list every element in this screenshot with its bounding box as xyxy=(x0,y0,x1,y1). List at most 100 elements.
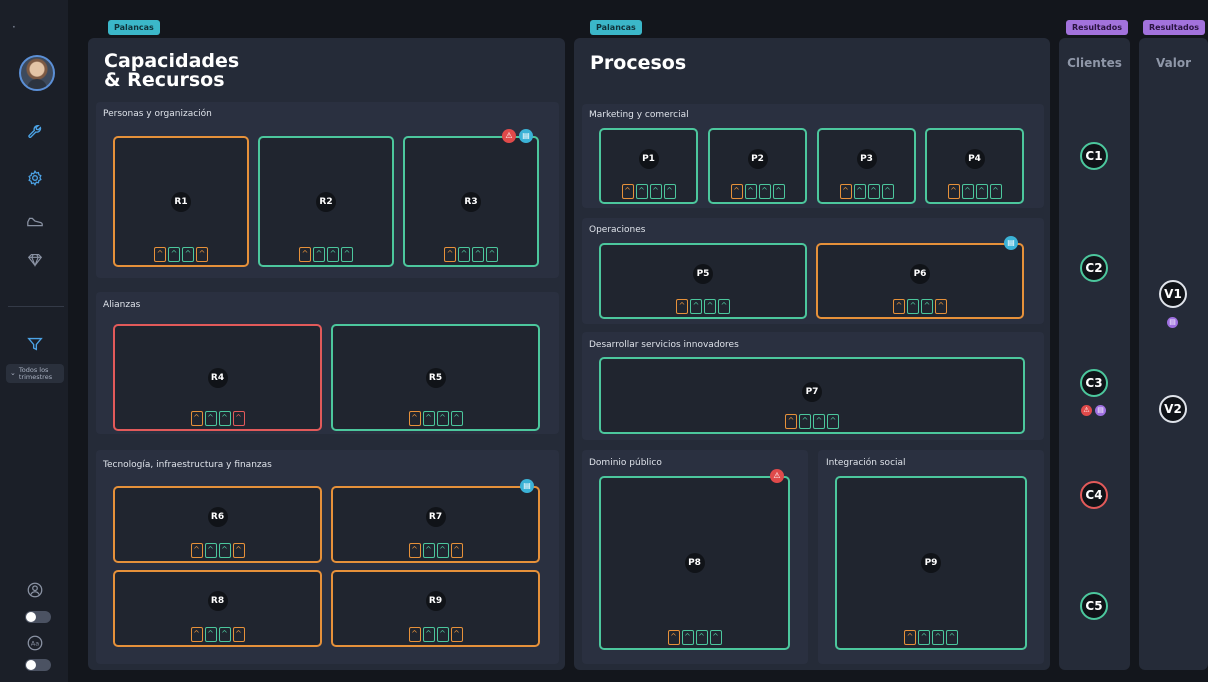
palancas-tag-left: Palancas xyxy=(108,20,160,35)
lever-indicators: ^ ^ ^ ^ xyxy=(408,543,463,558)
comment-icon[interactable]: ▤ xyxy=(1095,405,1106,416)
card-r5[interactable]: R5 ^ ^ ^ ^ xyxy=(331,324,540,431)
card-p7[interactable]: P7 ^ ^ ^ ^ xyxy=(599,357,1025,434)
shoe-icon[interactable] xyxy=(25,212,45,232)
card-badges: ⚠ xyxy=(770,469,784,483)
sidebar-dot: · xyxy=(12,20,16,34)
lever-indicators: ^ ^ ^ ^ xyxy=(904,630,958,645)
indicator: ^ xyxy=(649,184,662,199)
indicator: ^ xyxy=(989,184,1002,199)
indicator: ^ xyxy=(182,247,194,262)
indicator: ^ xyxy=(947,184,960,199)
capacidades-panel: Capacidades & Recursos Personas y organi… xyxy=(88,38,565,670)
valor-title: Valor xyxy=(1155,56,1191,70)
indicator: ^ xyxy=(946,630,958,645)
section-tecnologia: Tecnología, infraestructura y finanzas R… xyxy=(96,450,559,664)
avatar[interactable] xyxy=(19,55,55,91)
quarter-filter-dropdown[interactable]: ⌄ Todos los trimestres xyxy=(6,364,64,383)
settings-icon[interactable] xyxy=(25,168,45,188)
section-innovadores: Desarrollar servicios innovadores P7 ^ ^ ^… xyxy=(582,332,1044,440)
card-p2[interactable]: P2 ^ ^ ^ ^ xyxy=(708,128,807,204)
card-badges: ▤ xyxy=(520,479,534,493)
font-toggle[interactable] xyxy=(25,659,51,671)
clientes-panel: Clientes C1 C2 C3 ⚠ ▤ C4 C5 xyxy=(1059,38,1130,670)
card-r4[interactable]: R4 ^ ^ ^ ^ xyxy=(113,324,322,431)
indicator: ^ xyxy=(827,414,839,429)
indicator: ^ xyxy=(472,247,484,262)
card-r3[interactable]: ⚠ ▤ R3 ^ ^ ^ ^ xyxy=(403,129,539,267)
indicator: ^ xyxy=(422,411,435,426)
comment-icon[interactable]: ▤ xyxy=(519,129,533,143)
warning-icon[interactable]: ⚠ xyxy=(770,469,784,483)
lever-indicators: ^ ^ ^ ^ xyxy=(408,627,463,642)
section-integracion: Integración social P9 ^ ^ ^ ^ xyxy=(818,450,1044,664)
indicator: ^ xyxy=(218,411,231,426)
warning-icon[interactable]: ⚠ xyxy=(1081,405,1092,416)
indicator: ^ xyxy=(168,247,180,262)
wrench-icon[interactable] xyxy=(25,122,45,142)
indicator: ^ xyxy=(299,247,311,262)
app-root: · ⌄ Todos los trimestres Aa Palancas Cap… xyxy=(0,0,1208,682)
section-marketing: Marketing y comercial P1 ^ ^ ^ ^ P2 ^ ^ ^ ^ P3… xyxy=(582,104,1044,208)
indicator: ^ xyxy=(799,414,811,429)
lever-indicators: ^ ^ ^ ^ xyxy=(839,184,894,199)
card-r9[interactable]: R9 ^ ^ ^ ^ xyxy=(331,570,540,647)
card-r6[interactable]: R6 ^ ^ ^ ^ xyxy=(113,486,322,563)
indicator: ^ xyxy=(635,184,648,199)
svg-text:Aa: Aa xyxy=(31,641,39,648)
indicator: ^ xyxy=(667,630,680,645)
lever-indicators: ^ ^ ^ ^ xyxy=(730,184,785,199)
theme-toggle[interactable] xyxy=(25,611,51,623)
indicator: ^ xyxy=(893,299,905,314)
client-c3-badges: ⚠ ▤ xyxy=(1081,405,1106,416)
comment-icon[interactable]: ▤ xyxy=(1167,317,1178,328)
user-icon[interactable] xyxy=(25,580,45,600)
card-p3[interactable]: P3 ^ ^ ^ ^ xyxy=(817,128,916,204)
card-p4[interactable]: P4 ^ ^ ^ ^ xyxy=(925,128,1024,204)
indicator: ^ xyxy=(904,630,916,645)
card-p9[interactable]: P9 ^ ^ ^ ^ xyxy=(835,476,1027,650)
card-r7[interactable]: ▤ R7 ^ ^ ^ ^ xyxy=(331,479,540,563)
card-id: R1 xyxy=(171,191,191,212)
indicator: ^ xyxy=(408,543,421,558)
indicator: ^ xyxy=(839,184,852,199)
card-id: R2 xyxy=(316,191,336,212)
client-c4[interactable]: C4 xyxy=(1080,481,1108,509)
client-c2[interactable]: C2 xyxy=(1080,254,1108,282)
card-r2[interactable]: R2 ^ ^ ^ ^ xyxy=(258,136,394,267)
resultados-tag-clientes: Resultados xyxy=(1066,20,1128,35)
card-p8[interactable]: ⚠ P8 ^ ^ ^ ^ xyxy=(599,469,790,650)
indicator: ^ xyxy=(341,247,353,262)
diamond-icon[interactable] xyxy=(25,250,45,270)
card-r8[interactable]: R8 ^ ^ ^ ^ xyxy=(113,570,322,647)
indicator: ^ xyxy=(709,630,722,645)
section-integracion-label: Integración social xyxy=(826,458,906,468)
client-c1[interactable]: C1 xyxy=(1080,142,1108,170)
comment-icon[interactable]: ▤ xyxy=(520,479,534,493)
value-v1[interactable]: V1 xyxy=(1159,280,1187,308)
lever-indicators: ^ ^ ^ ^ xyxy=(190,411,245,426)
indicator: ^ xyxy=(704,299,716,314)
value-v2[interactable]: V2 xyxy=(1159,395,1187,423)
comment-icon[interactable]: ▤ xyxy=(1004,236,1018,250)
indicator: ^ xyxy=(758,184,771,199)
card-p1[interactable]: P1 ^ ^ ^ ^ xyxy=(599,128,698,204)
card-p5[interactable]: P5 ^ ^ ^ ^ xyxy=(599,243,807,319)
sidebar: · ⌄ Todos los trimestres Aa xyxy=(0,0,68,682)
warning-icon[interactable]: ⚠ xyxy=(502,129,516,143)
font-icon[interactable]: Aa xyxy=(25,633,45,653)
indicator: ^ xyxy=(232,411,245,426)
indicator: ^ xyxy=(190,411,203,426)
indicator: ^ xyxy=(327,247,339,262)
card-id: R7 xyxy=(425,507,446,528)
client-c5[interactable]: C5 xyxy=(1080,592,1108,620)
procesos-title: Procesos xyxy=(590,52,687,74)
section-operaciones: Operaciones P5 ^ ^ ^ ^ ▤ P6 ^ ^ ^ ^ xyxy=(582,218,1044,324)
client-c3[interactable]: C3 xyxy=(1080,369,1108,397)
card-id: P3 xyxy=(856,148,877,169)
card-p6[interactable]: ▤ P6 ^ ^ ^ ^ xyxy=(816,236,1024,319)
section-personas-label: Personas y organización xyxy=(103,109,212,119)
lever-indicators: ^ ^ ^ ^ xyxy=(154,247,208,262)
filter-icon[interactable] xyxy=(25,334,45,354)
card-r1[interactable]: R1 ^ ^ ^ ^ xyxy=(113,136,249,267)
